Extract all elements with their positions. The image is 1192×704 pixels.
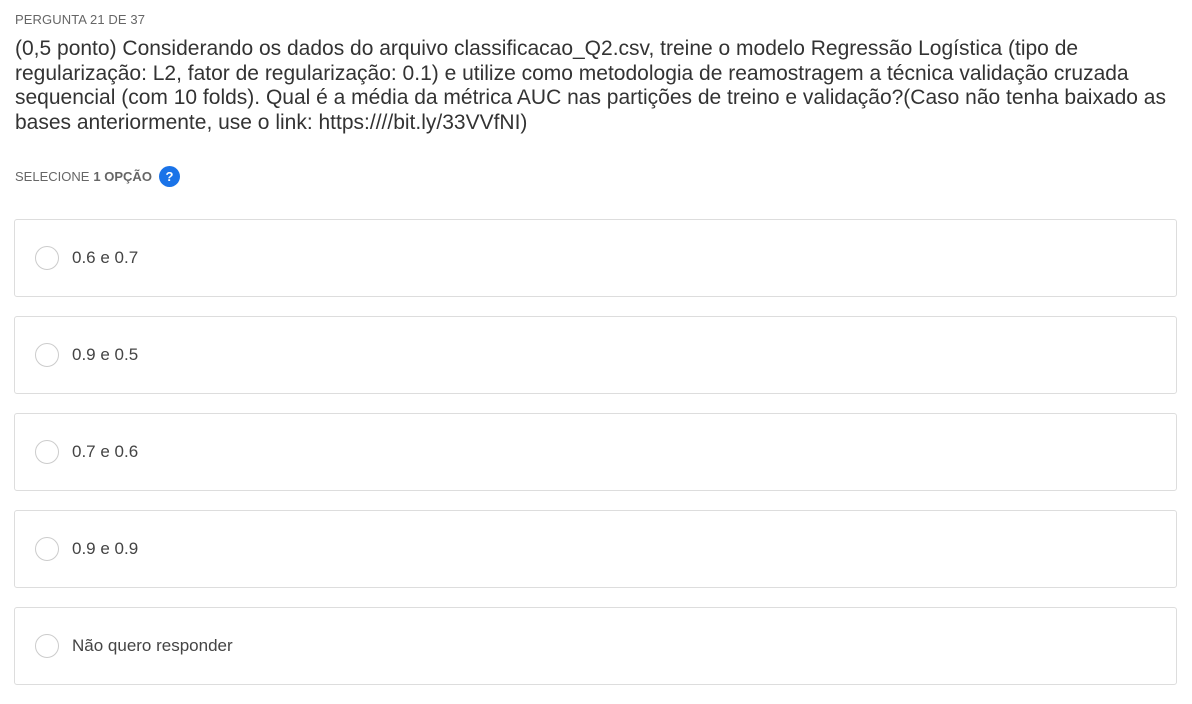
- help-icon[interactable]: ?: [158, 165, 180, 187]
- radio-button[interactable]: [35, 440, 59, 464]
- answer-options: 0.6 e 0.7 0.9 e 0.5 0.7 e 0.6 0.9 e 0.9 …: [14, 219, 1177, 704]
- question-text: (0,5 ponto) Considerando os dados do arq…: [15, 37, 1166, 134]
- answer-option[interactable]: 0.9 e 0.9: [14, 510, 1177, 588]
- answer-option-label: 0.6 e 0.7: [72, 248, 139, 267]
- answer-option-label: 0.9 e 0.5: [72, 345, 139, 364]
- radio-button[interactable]: [35, 634, 59, 658]
- answer-option-label: 0.7 e 0.6: [72, 442, 139, 461]
- select-instruction-prefix: SELECIONE: [15, 168, 90, 184]
- answer-option[interactable]: 0.6 e 0.7: [14, 219, 1177, 297]
- radio-button[interactable]: [35, 246, 59, 270]
- radio-button[interactable]: [35, 343, 59, 367]
- select-instruction-count: 1 OPÇÃO: [93, 168, 152, 184]
- answer-option[interactable]: 0.7 e 0.6: [14, 413, 1177, 491]
- select-instruction: SELECIONE 1 OPÇÃO ?: [15, 165, 180, 187]
- radio-button[interactable]: [35, 537, 59, 561]
- answer-option-label: 0.9 e 0.9: [72, 539, 139, 558]
- answer-option[interactable]: Não quero responder: [14, 607, 1177, 685]
- answer-option[interactable]: 0.9 e 0.5: [14, 316, 1177, 394]
- answer-option-label: Não quero responder: [72, 636, 233, 655]
- question-counter: PERGUNTA 21 DE 37: [15, 12, 146, 27]
